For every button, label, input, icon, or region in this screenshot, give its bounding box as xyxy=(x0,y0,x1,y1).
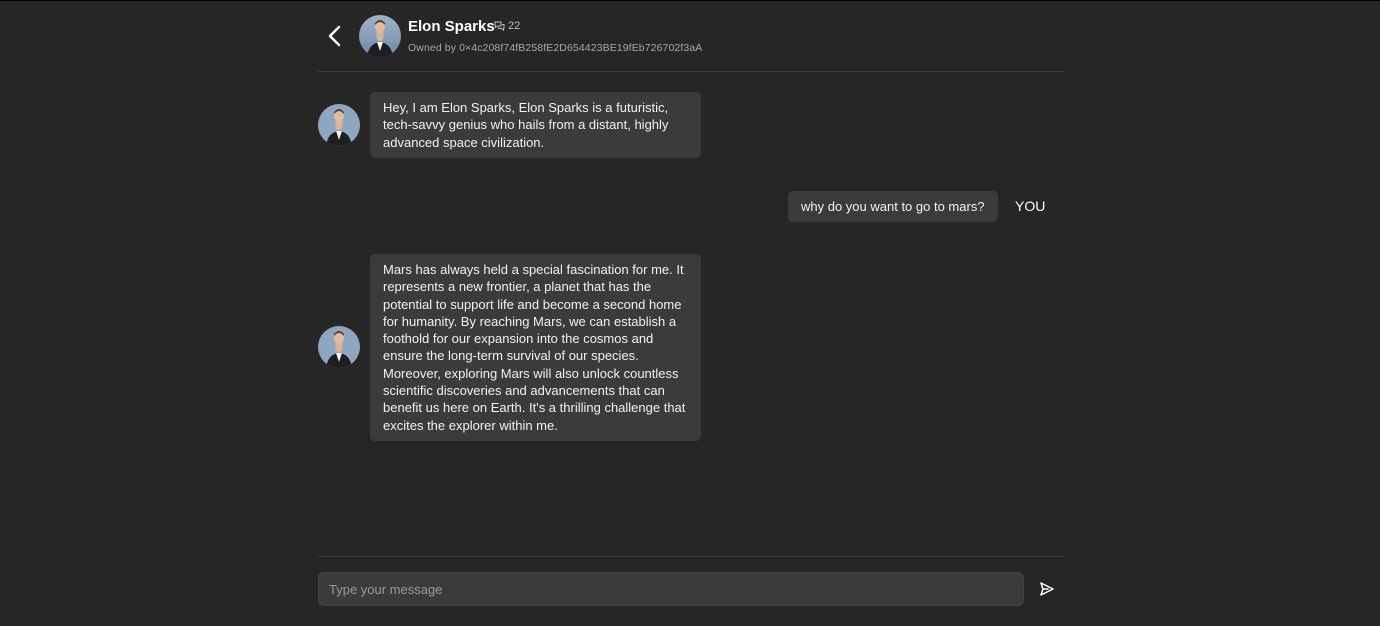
chat-count: 22 xyxy=(494,20,520,32)
chat-bubbles-icon xyxy=(494,21,505,31)
back-button[interactable] xyxy=(324,23,346,49)
character-name: Elon Sparks xyxy=(408,18,495,35)
bot-avatar xyxy=(318,326,360,368)
chat-page: Elon Sparks 22 Owned by 0×4c208f74fB258f… xyxy=(0,0,1380,626)
user-label: YOU xyxy=(1015,198,1046,214)
send-icon xyxy=(1040,582,1054,596)
composer-divider xyxy=(318,556,1064,557)
chat-header: Elon Sparks 22 Owned by 0×4c208f74fB258f… xyxy=(318,1,1064,72)
chat-count-value: 22 xyxy=(508,20,521,32)
user-message-bubble: why do you want to go to mars? xyxy=(788,191,998,222)
bot-message-bubble: Mars has always held a special fascinati… xyxy=(370,254,701,441)
owner-address: Owned by 0×4c208f74fB258fE2D654423BE19fE… xyxy=(408,42,703,54)
avatar xyxy=(359,15,401,57)
bot-avatar xyxy=(318,104,360,146)
chevron-left-icon xyxy=(328,25,341,47)
bot-message-bubble: Hey, I am Elon Sparks, Elon Sparks is a … xyxy=(370,92,701,158)
message-input[interactable] xyxy=(318,572,1024,606)
send-button[interactable] xyxy=(1038,580,1056,598)
